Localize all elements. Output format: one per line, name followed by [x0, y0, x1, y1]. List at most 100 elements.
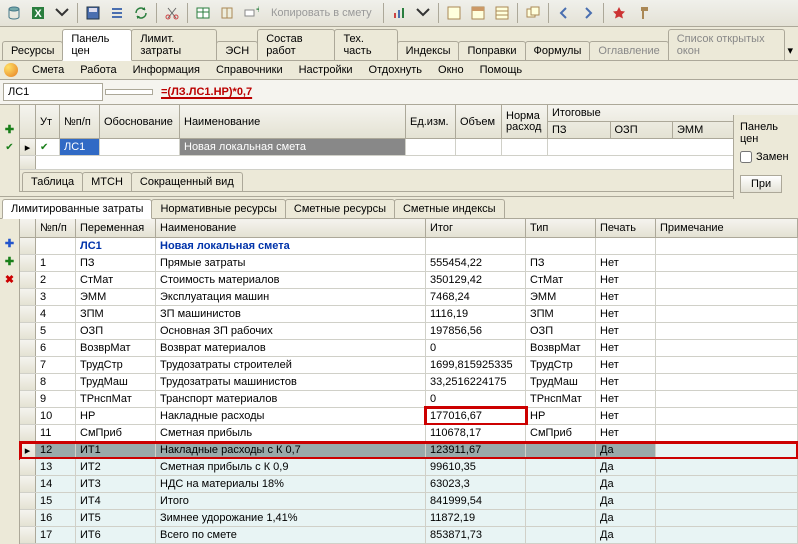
menu-item[interactable]: Работа [72, 61, 124, 79]
ribbon-tab[interactable]: Формулы [525, 41, 591, 60]
cost-row[interactable]: 11СмПрибСметная прибыль110678,17СмПрибНе… [20, 425, 798, 442]
cost-tab[interactable]: Сметные индексы [394, 199, 505, 218]
ribbon-tab[interactable]: Оглавление [589, 41, 668, 60]
menu-item[interactable]: Настройки [291, 61, 361, 79]
col-norm[interactable]: Норма расход [502, 105, 548, 138]
cost-row[interactable]: 5ОЗПОсновная ЗП рабочих197856,56ОЗПНет [20, 323, 798, 340]
cut-icon[interactable] [161, 2, 183, 24]
cost-row[interactable]: 15ИТ4Итого841999,54Да [20, 493, 798, 510]
menu-item[interactable]: Окно [430, 61, 472, 79]
col-unit[interactable]: Ед.изм. [406, 105, 456, 138]
cost-row[interactable]: 9ТРнспМатТранспорт материалов0ТРнспМатНе… [20, 391, 798, 408]
cell-value-box[interactable] [105, 89, 153, 95]
add-row-icon[interactable]: + [240, 2, 262, 24]
bottom-grid-gutter: ✚ ✚ ✖ [0, 219, 20, 544]
menu-item[interactable]: Помощь [472, 61, 531, 79]
price-panel: Панель цен Замен При [733, 115, 798, 199]
pin-icon[interactable]: ✔ [2, 139, 18, 155]
dropdown-arrow-icon-2[interactable] [412, 2, 434, 24]
view-tab[interactable]: МТСН [82, 172, 132, 191]
ribbon-tab[interactable]: Тех. часть [334, 29, 397, 60]
bottom-grid-header: №п/п Переменная Наименование Итог Тип Пе… [20, 219, 798, 238]
menu-item[interactable]: Информация [125, 61, 208, 79]
cost-row[interactable]: 14ИТ3НДС на материалы 18%63023,3Да [20, 476, 798, 493]
delete-icon[interactable]: ✖ [2, 271, 18, 287]
col-basis[interactable]: Обоснование [100, 105, 180, 138]
col-pz[interactable]: ПЗ [548, 122, 611, 138]
table-icon[interactable] [192, 2, 214, 24]
ribbon-tab[interactable]: Список открытых окон [668, 29, 786, 60]
menu-item[interactable]: Смета [24, 61, 72, 79]
book-icon[interactable] [216, 2, 238, 24]
col2-print[interactable]: Печать [596, 219, 656, 237]
cost-row[interactable]: 10НРНакладные расходы177016,67НРНет [20, 408, 798, 425]
cost-tab[interactable]: Сметные ресурсы [285, 199, 395, 218]
hammer-icon[interactable] [632, 2, 654, 24]
cost-tab[interactable]: Лимитированные затраты [2, 199, 152, 219]
cost-row[interactable]: 8ТрудМашТрудозатраты машинистов33,251622… [20, 374, 798, 391]
col2-type[interactable]: Тип [526, 219, 596, 237]
panel2-icon[interactable] [467, 2, 489, 24]
col2-note[interactable]: Примечание [656, 219, 798, 237]
col-ozp[interactable]: ОЗП [611, 122, 674, 138]
col-npp[interactable]: №п/п [60, 105, 100, 138]
ribbon-tab[interactable]: Ресурсы [2, 41, 63, 60]
ribbon-tab[interactable]: Поправки [458, 41, 525, 60]
menu-item[interactable]: Отдохнуть [361, 61, 431, 79]
ribbon-tab[interactable]: Состав работ [257, 29, 335, 60]
view-tab[interactable]: Сокращенный вид [131, 172, 243, 191]
col2-npp[interactable]: №п/п [36, 219, 76, 237]
ribbon-tab[interactable]: ЭСН [216, 41, 258, 60]
db-icon[interactable] [3, 2, 25, 24]
col-emm[interactable]: ЭММ [673, 122, 736, 138]
list-icon[interactable] [106, 2, 128, 24]
dropdown-arrow-icon[interactable] [51, 2, 73, 24]
add-icon[interactable]: ✚ [2, 235, 18, 251]
bottom-view-tabs: ТаблицаМТСНСокращенный вид [20, 170, 798, 192]
bottom-grid-title-row[interactable]: ЛС1 Новая локальная смета [20, 238, 798, 255]
cost-row[interactable]: 1ПЗПрямые затраты555454,22ПЗНет [20, 255, 798, 272]
apply-button[interactable]: При [740, 175, 782, 193]
cost-row[interactable]: 13ИТ2Сметная прибыль с К 0,999610,35Да [20, 459, 798, 476]
col-name[interactable]: Наименование [180, 105, 406, 138]
col-vol[interactable]: Объем [456, 105, 502, 138]
cost-row[interactable]: 2СтМатСтоимость материалов350129,42СтМат… [20, 272, 798, 289]
menu-item[interactable]: Справочники [208, 61, 291, 79]
cost-row[interactable]: 4ЗПМЗП машинистов1116,19ЗПМНет [20, 306, 798, 323]
cost-row[interactable]: 7ТрудСтрТрудозатраты строителей1699,8159… [20, 357, 798, 374]
excel-icon[interactable]: X [27, 2, 49, 24]
panel1-icon[interactable] [443, 2, 465, 24]
ribbon-tab[interactable]: Панель цен [62, 29, 132, 61]
chart-icon[interactable] [388, 2, 410, 24]
cost-row[interactable]: 6ВозврМатВозврат материалов0ВозврМатНет [20, 340, 798, 357]
cost-row[interactable]: 17ИТ6Всего по смете853871,73Да [20, 527, 798, 544]
svg-text:X: X [34, 8, 42, 20]
refresh-icon[interactable] [130, 2, 152, 24]
ribbon-tab[interactable]: Лимит. затраты [131, 29, 217, 60]
cost-row[interactable]: 16ИТ5Зимнее удорожание 1,41%11872,19Да [20, 510, 798, 527]
price-panel-title: Панель цен [740, 121, 792, 145]
panel3-icon[interactable] [491, 2, 513, 24]
row-marker-icon: ▸ [20, 139, 36, 155]
ribbon-tab[interactable]: Индексы [397, 41, 460, 60]
cell-name-box[interactable]: ЛС1 [3, 83, 103, 101]
icon-toolbar: X + Копировать в смету [0, 0, 798, 27]
cost-row[interactable]: 3ЭММЭксплуатация машин7468,24ЭММНет [20, 289, 798, 306]
col2-name[interactable]: Наименование [156, 219, 426, 237]
cost-row[interactable]: ▸12ИТ1Накладные расходы с К 0,7123911,67… [20, 442, 798, 459]
star-icon[interactable] [608, 2, 630, 24]
add-icon[interactable]: ✚ [2, 121, 18, 137]
col-ut[interactable]: Ут [36, 105, 60, 138]
left-arrow-icon[interactable] [553, 2, 575, 24]
right-arrow-icon[interactable] [577, 2, 599, 24]
dup-icon[interactable] [522, 2, 544, 24]
add-green-icon[interactable]: ✚ [2, 253, 18, 269]
col2-var[interactable]: Переменная [76, 219, 156, 237]
view-tab[interactable]: Таблица [22, 172, 83, 191]
ribbon-tabs: РесурсыПанель ценЛимит. затратыЭСНСостав… [0, 27, 798, 61]
top-grid-row[interactable]: ▸ ✔ ЛС1 Новая локальная смета [20, 139, 798, 156]
replace-checkbox[interactable]: Замен [740, 151, 792, 163]
col2-sum[interactable]: Итог [426, 219, 526, 237]
cost-tab[interactable]: Нормативные ресурсы [151, 199, 285, 218]
save-icon[interactable] [82, 2, 104, 24]
